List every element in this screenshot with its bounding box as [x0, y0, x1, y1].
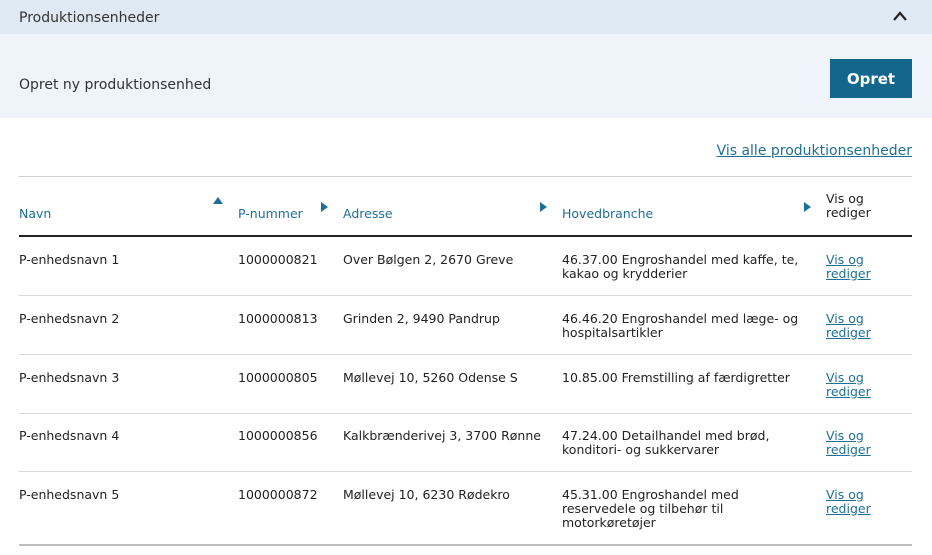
cell-pnumber: 1000000856 [238, 428, 318, 443]
cell-branch: 46.46.20 Engroshandel med læge- og hospi… [562, 311, 799, 340]
cell-pnumber: 1000000813 [238, 311, 318, 326]
view-edit-link[interactable]: Vis og rediger [826, 371, 896, 399]
row-divider [19, 413, 912, 414]
cell-branch: 47.24.00 Detailhandel med brød, konditor… [562, 428, 770, 457]
cell-pnumber: 1000000821 [238, 252, 318, 267]
sort-up-icon[interactable] [213, 197, 223, 204]
create-label: Opret ny produktionsenhed [19, 77, 212, 93]
panel-header[interactable]: Produktionsenheder [0, 0, 932, 34]
sort-right-icon[interactable] [804, 202, 811, 212]
column-header-branch[interactable]: Hovedbranche [562, 206, 653, 221]
sort-right-icon[interactable] [321, 202, 328, 212]
cell-address: Over Bølgen 2, 2670 Greve [343, 252, 514, 267]
view-edit-link[interactable]: Vis og rediger [826, 312, 896, 340]
cell-branch: 10.85.00 Fremstilling af færdigretter [562, 370, 790, 385]
column-header-name[interactable]: Navn [19, 206, 51, 221]
row-divider [19, 295, 912, 296]
show-all-link[interactable]: Vis alle produktionsenheder [717, 143, 912, 159]
view-edit-link[interactable]: Vis og rediger [826, 253, 896, 281]
sort-right-icon[interactable] [540, 202, 547, 212]
cell-branch: 45.31.00 Engroshandel med reservedele og… [562, 487, 739, 530]
table-top-divider [19, 176, 912, 177]
create-section: Opret ny produktionsenhed Opret [0, 34, 932, 118]
cell-name: P-enhedsnavn 1 [19, 252, 120, 267]
chevron-up-icon[interactable] [892, 9, 908, 23]
cell-name: P-enhedsnavn 2 [19, 311, 120, 326]
view-edit-link[interactable]: Vis og rediger [826, 429, 896, 457]
create-button[interactable]: Opret [830, 59, 912, 98]
cell-name: P-enhedsnavn 3 [19, 370, 120, 385]
column-header-pnumber[interactable]: P-nummer [238, 206, 303, 221]
table-header-divider [19, 235, 912, 237]
column-header-edit: Vis og rediger [826, 191, 871, 220]
cell-address: Møllevej 10, 6230 Rødekro [343, 487, 510, 502]
cell-pnumber: 1000000805 [238, 370, 318, 385]
cell-branch: 46.37.00 Engroshandel med kaffe, te, kak… [562, 252, 799, 281]
cell-name: P-enhedsnavn 4 [19, 428, 120, 443]
cell-pnumber: 1000000872 [238, 487, 318, 502]
view-edit-link[interactable]: Vis og rediger [826, 488, 896, 516]
cell-name: P-enhedsnavn 5 [19, 487, 120, 502]
table-bottom-divider [19, 544, 912, 546]
cell-address: Møllevej 10, 5260 Odense S [343, 370, 518, 385]
cell-address: Kalkbrænderivej 3, 3700 Rønne [343, 428, 541, 443]
row-divider [19, 354, 912, 355]
row-divider [19, 471, 912, 472]
column-header-address[interactable]: Adresse [343, 206, 393, 221]
cell-address: Grinden 2, 9490 Pandrup [343, 311, 500, 326]
panel-title: Produktionsenheder [19, 10, 160, 26]
